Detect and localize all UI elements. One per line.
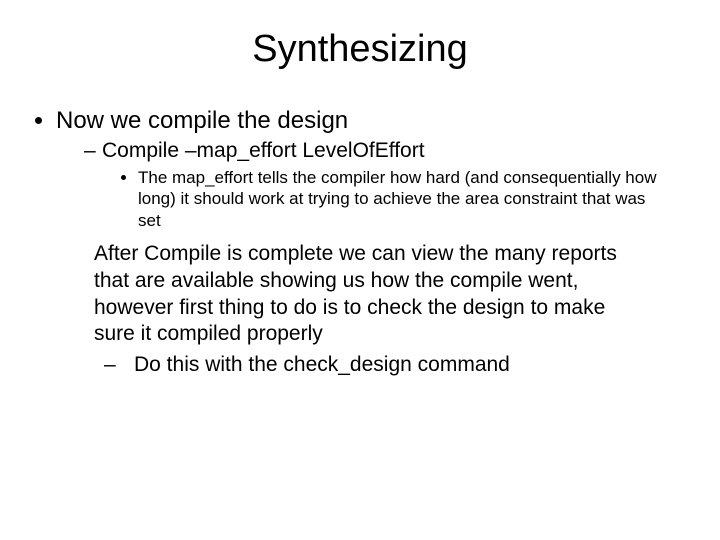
- bullet-list-level2: Compile –map_effort LevelOfEffort The ma…: [56, 139, 700, 231]
- body-paragraph: After Compile is complete we can view th…: [94, 241, 640, 349]
- list-item: Compile –map_effort LevelOfEffort The ma…: [84, 139, 700, 231]
- bullet-text: The map_effort tells the compiler how ha…: [138, 168, 656, 230]
- bullet-list-level3: The map_effort tells the compiler how ha…: [102, 167, 700, 231]
- list-item: Do this with the check_design command: [104, 352, 640, 379]
- bullet-text: Compile –map_effort LevelOfEffort: [102, 139, 425, 162]
- list-item: The map_effort tells the compiler how ha…: [138, 167, 700, 231]
- slide-title: Synthesizing: [20, 28, 700, 71]
- bullet-list-level1: Now we compile the design Compile –map_e…: [20, 107, 700, 231]
- bullet-text: Do this with the check_design command: [134, 353, 510, 376]
- body-paragraph-block: After Compile is complete we can view th…: [20, 241, 700, 379]
- bullet-list-level2: Do this with the check_design command: [94, 352, 640, 379]
- bullet-text: Now we compile the design: [56, 107, 348, 134]
- list-item: Now we compile the design Compile –map_e…: [56, 107, 700, 231]
- slide: Synthesizing Now we compile the design C…: [0, 0, 720, 540]
